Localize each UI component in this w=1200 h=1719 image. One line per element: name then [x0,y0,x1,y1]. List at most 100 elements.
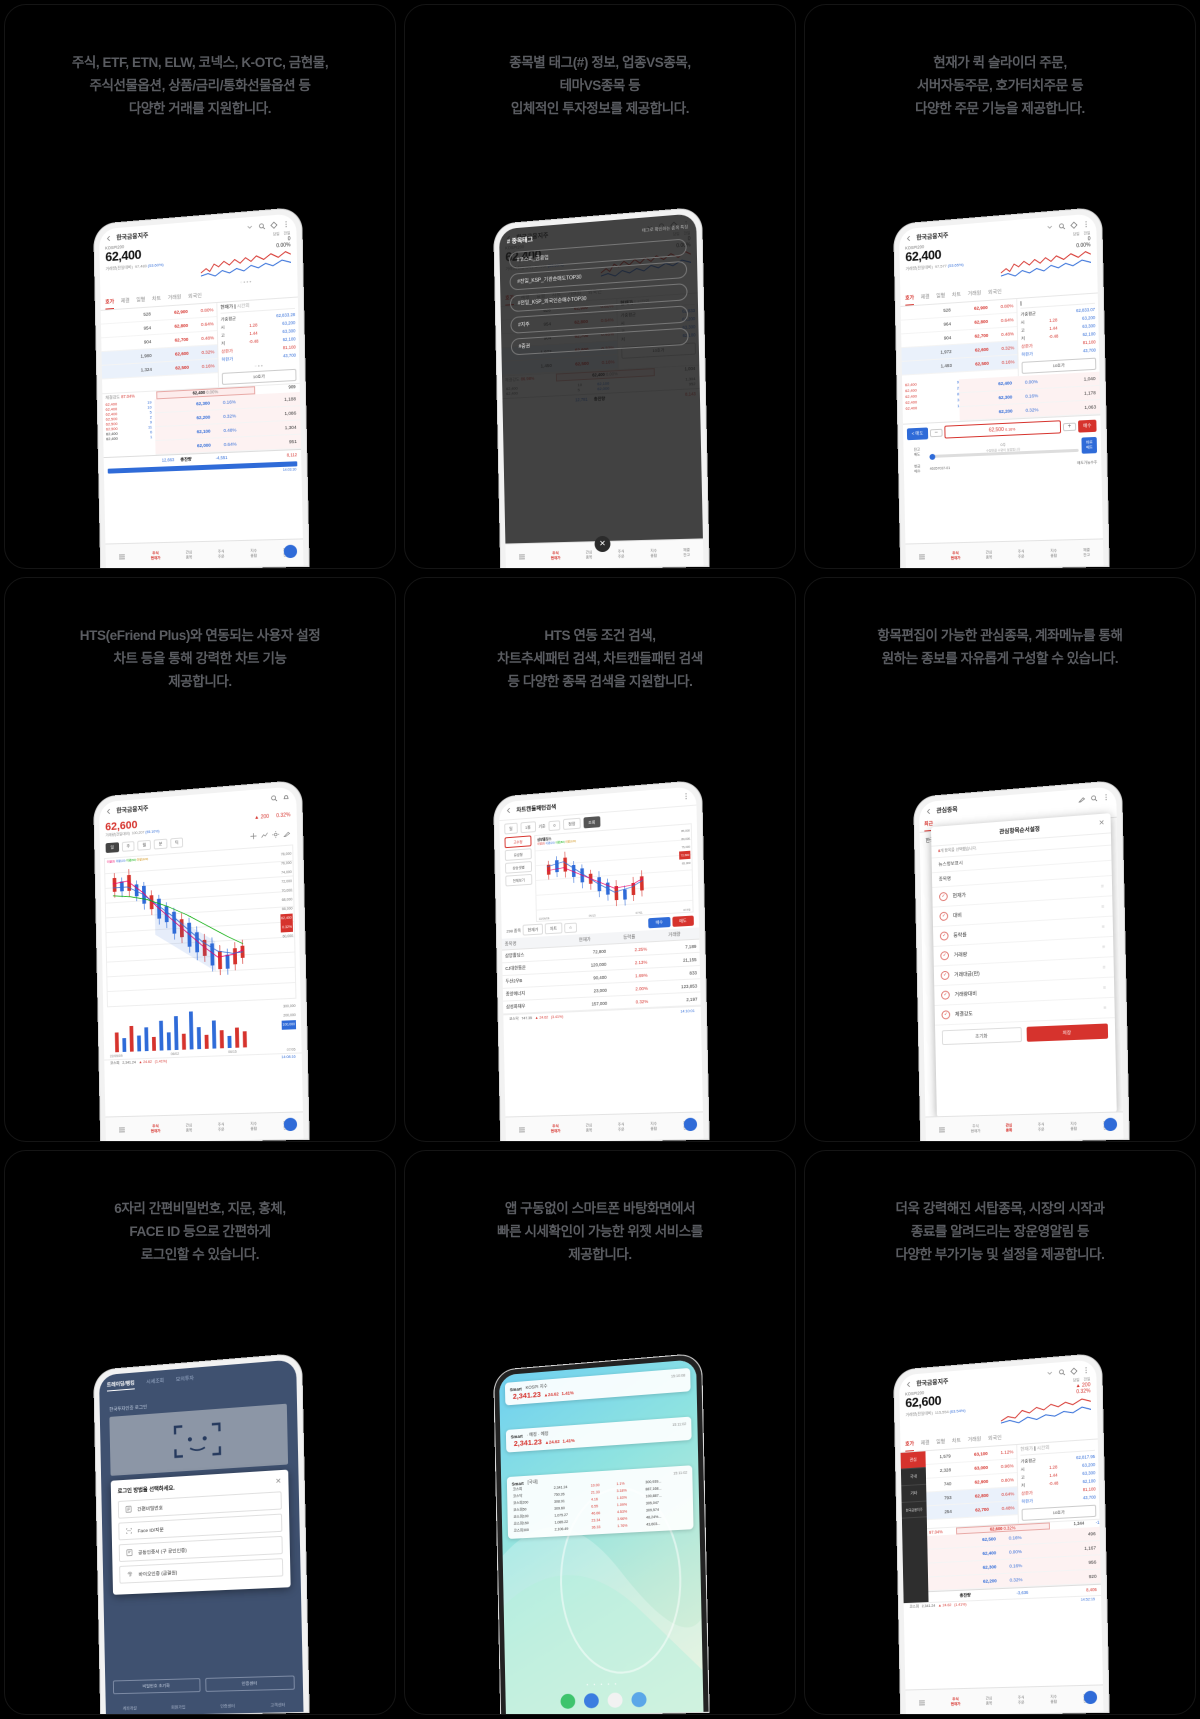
nav-order[interactable]: 주식 주문 [1017,549,1024,559]
nav-order[interactable]: 주식 주문 [1017,1695,1024,1705]
more-icon[interactable] [681,792,689,801]
menu-icon[interactable] [937,1126,945,1134]
check-icon[interactable]: ✓ [940,990,950,1000]
tab-chart[interactable]: 차트 [951,1434,960,1448]
reset-password-button[interactable]: 비밀번호 초기화 [112,1678,200,1695]
after-hours-label[interactable]: 시간외 [1036,1445,1049,1451]
search-icon[interactable] [1057,1367,1065,1376]
nav-index[interactable]: 지수 종합 [250,549,257,559]
tab-demo[interactable]: 모의투자 [175,1375,193,1386]
drag-handle-icon[interactable]: ≡ [1102,964,1106,970]
nav-current-price[interactable]: 주식 현재가 [950,1697,960,1707]
side-stock[interactable]: 한국금융지주 [901,1501,927,1519]
nav-order[interactable]: 주식 주문 [617,549,624,559]
floating-action-button[interactable] [1083,1690,1097,1705]
crosshair-icon[interactable] [249,832,257,841]
footer-open-account[interactable]: 계좌개설 [122,1706,136,1712]
nav-balance[interactable]: 체결잔고 [683,548,690,558]
nav-watchlist[interactable]: 관심 종목 [185,550,192,560]
balance-sell-label[interactable]: 잔고 매도 [907,447,926,458]
tab-trade[interactable]: 제결 [920,290,929,304]
close-icon[interactable]: ✕ [1098,819,1104,828]
footer-support[interactable]: 고객센터 [270,1702,285,1708]
bottom-nav[interactable]: 주식현재가 관심종목 주식주문 지수종합 체결잔고 [904,1684,1103,1714]
menu-icon[interactable] [517,553,525,561]
drag-handle-icon[interactable]: ≡ [1101,924,1105,930]
close-icon[interactable]: ✕ [275,1477,281,1485]
nav-index[interactable]: 지수 종합 [1050,549,1057,559]
filter-basis-value[interactable]: 0 [547,819,560,831]
nav-order[interactable]: 주식 주문 [617,1122,624,1132]
search-icon[interactable] [1057,221,1065,230]
tab-broker[interactable]: 거래원 [167,290,181,305]
instant-sell-button[interactable]: 바로 매도 [1081,436,1097,454]
tag-icon[interactable] [1069,220,1077,229]
hoga-depth-button[interactable]: 10호가 [1021,1504,1096,1521]
check-icon[interactable]: ✓ [939,951,949,961]
check-icon[interactable]: ✓ [940,1010,950,1020]
check-icon[interactable]: ✓ [940,970,949,981]
nav-index[interactable]: 지수 종합 [250,1122,257,1132]
footer-signup[interactable]: 회원가입 [171,1704,186,1710]
menu-icon[interactable] [917,1699,925,1707]
save-button[interactable]: 저장 [1025,1023,1108,1042]
account-number[interactable]: 46357037-01 [929,461,1073,471]
drag-handle-icon[interactable]: ≡ [1100,883,1104,889]
check-icon[interactable]: ✓ [938,911,948,922]
tab-trading[interactable]: 트레이딩/뱅킹 [106,1379,135,1392]
indicator-icon[interactable] [260,831,268,840]
tab-foreign[interactable]: 외국인 [188,289,202,304]
bottom-nav[interactable]: 주식현재가 관심종목 주식주문 지수종합 체결잔고 [104,538,303,568]
search-icon[interactable] [269,793,277,802]
tab-trade[interactable]: 제결 [920,1436,929,1450]
after-hours-label[interactable]: 시간외 [236,303,249,309]
pattern-list[interactable]: 고수정 유성형 상승샛별 전체보기 [503,835,533,923]
drag-handle-icon[interactable]: ≡ [1103,1005,1107,1011]
period-month[interactable]: 월 [137,839,151,851]
pattern-view-all[interactable]: 전체보기 [504,873,532,887]
sell-button[interactable]: 매도 [671,915,694,927]
tab-chart[interactable]: 차트 [951,288,960,302]
back-icon[interactable] [504,806,512,814]
menu-icon[interactable] [517,1126,525,1134]
nav-order[interactable]: 주식 주문 [217,1122,224,1132]
nav-order[interactable]: 주식 주문 [1037,1122,1044,1132]
sell-toggle-button[interactable]: < 매도 [906,426,928,440]
period-minute[interactable]: 분 [153,838,167,850]
tab-foreign[interactable]: 외국인 [987,1431,1002,1446]
back-icon[interactable] [104,807,112,815]
tab-today[interactable]: 당일 [1072,232,1079,237]
side-watchlist[interactable]: 관심 [900,1451,926,1470]
tab-chart[interactable]: 차트 [151,292,160,306]
floating-action-button[interactable] [1103,1117,1117,1132]
buy-button[interactable]: 매수 [647,916,670,928]
nav-watchlist[interactable]: 관심 종목 [985,1696,992,1706]
tab-broker[interactable]: 거래원 [967,1432,981,1447]
nav-watchlist[interactable]: 관심 종목 [985,550,992,560]
pattern-2[interactable]: 유성형 [504,848,532,861]
draw-icon[interactable] [282,829,290,838]
nav-current-price[interactable]: 주식 현재가 [970,1124,980,1134]
bottom-nav[interactable]: 주식현재가 관심종목 주식주문 지수종합 체결잔고 [104,1111,303,1141]
col-chart[interactable]: 차트 [544,922,562,935]
browser-icon[interactable] [630,1691,646,1708]
floating-action-button[interactable] [283,1117,297,1132]
tab-today[interactable]: 당일 [272,232,279,237]
pattern-1[interactable]: 고수정 [503,835,532,849]
floating-action-button[interactable] [283,544,297,559]
pattern-chart[interactable]: 삼양홀딩스 이평(5) 이평(20) 이평(60) 이평(120) 85,000… [534,823,693,923]
buy-button[interactable]: 매수 [1077,419,1097,433]
nav-order[interactable]: 주식 주문 [217,549,224,559]
hoga-depth-button[interactable]: 10호가 [221,368,297,385]
alarm-icon[interactable] [281,792,289,801]
filter-period[interactable]: 일 [503,822,518,835]
candlestick-chart[interactable]: 이평(5) 이평(20) 이평(60) 이평(120) 78,000 76,00… [103,844,295,1008]
nav-current-price[interactable]: 주식 현재가 [950,551,960,561]
back-icon[interactable] [104,234,112,242]
tab-hoga[interactable]: 호가 [904,291,914,306]
check-icon[interactable]: ✓ [939,931,949,941]
minus-button[interactable]: − [929,428,943,437]
tab-daily[interactable]: 일별 [136,293,145,307]
nav-current-price[interactable]: 주식 현재가 [550,551,560,561]
nav-index[interactable]: 지수 종합 [1050,1695,1057,1705]
